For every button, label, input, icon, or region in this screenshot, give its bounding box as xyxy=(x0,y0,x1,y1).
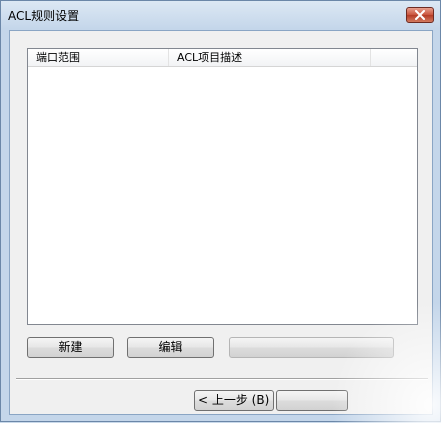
close-button[interactable] xyxy=(406,7,434,23)
acl-rule-settings-dialog: ACL规则设置 端口范围 ACL项目描述 新建 编辑 < 上一步 (B) xyxy=(0,0,441,423)
list-header: 端口范围 ACL项目描述 xyxy=(28,49,417,67)
delete-button[interactable] xyxy=(229,337,394,358)
acl-rule-list[interactable]: 端口范围 ACL项目描述 xyxy=(27,48,418,325)
close-icon xyxy=(415,10,425,20)
dialog-client-area: 端口范围 ACL项目描述 新建 编辑 < 上一步 (B) xyxy=(9,30,433,415)
dialog-title: ACL规则设置 xyxy=(8,9,80,23)
title-bar[interactable]: ACL规则设置 xyxy=(1,1,440,29)
column-header-extra[interactable] xyxy=(371,49,417,66)
column-header-port-range[interactable]: 端口范围 xyxy=(28,49,169,66)
next-button[interactable] xyxy=(276,390,348,411)
separator xyxy=(16,378,428,380)
new-button[interactable]: 新建 xyxy=(27,337,114,358)
column-header-acl-description[interactable]: ACL项目描述 xyxy=(169,49,371,66)
back-button[interactable]: < 上一步 (B) xyxy=(194,390,274,411)
edit-button[interactable]: 编辑 xyxy=(127,337,214,358)
